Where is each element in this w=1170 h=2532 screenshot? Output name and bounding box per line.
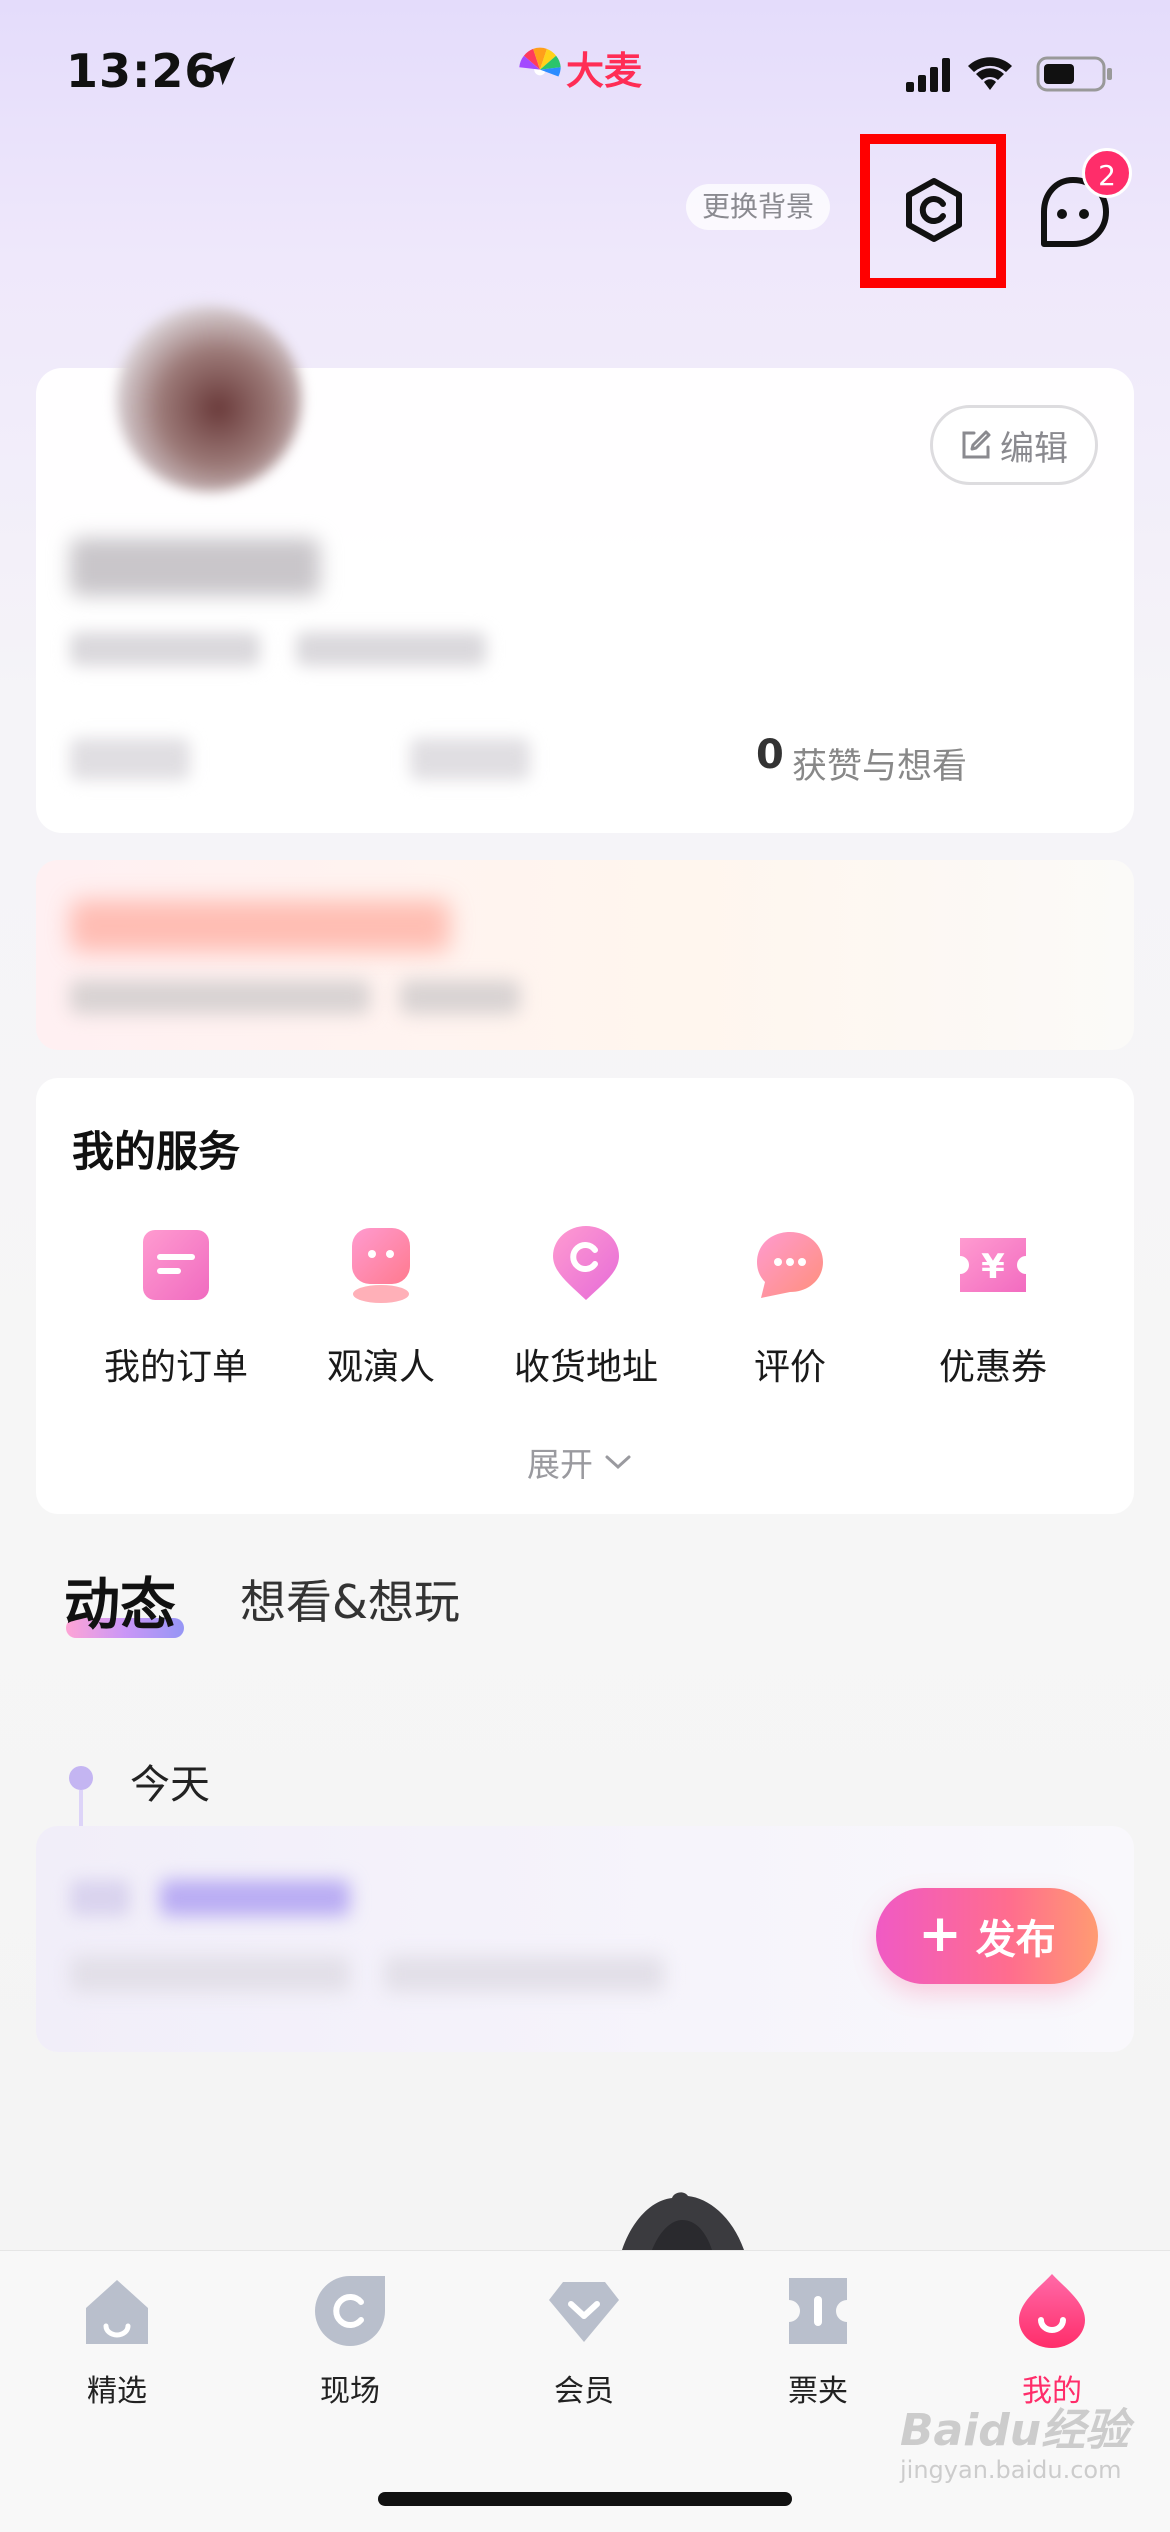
avatar[interactable]	[116, 306, 302, 492]
watermark-url: jingyan.baidu.com	[900, 2456, 1122, 2484]
edit-label: 编辑	[1000, 428, 1068, 469]
audience-icon	[352, 1228, 410, 1303]
live-icon	[315, 2276, 385, 2346]
tab-mine[interactable]: 我的	[972, 2272, 1132, 2410]
change-background-button[interactable]: 更换背景	[686, 184, 831, 230]
message-badge: 2	[1082, 148, 1132, 198]
service-label: 优惠券	[938, 1347, 1047, 1388]
timeline-today-label: 今天	[130, 1762, 210, 1808]
blurred-stat	[70, 738, 190, 780]
service-coupon[interactable]: ¥ 优惠券	[908, 1226, 1078, 1390]
svg-text:¥: ¥	[981, 1247, 1005, 1287]
watermark: Baidu经验	[900, 2405, 1130, 2456]
mascot-illustration	[622, 2192, 744, 2250]
service-my-orders[interactable]: 我的订单	[91, 1226, 261, 1390]
plus-icon: +	[918, 1904, 962, 1964]
promo-banner[interactable]	[36, 860, 1134, 1050]
ticket-icon	[789, 2278, 847, 2344]
service-label: 收货地址	[513, 1347, 658, 1388]
tab-want-to-see[interactable]: 想看&想玩	[240, 1566, 460, 1632]
blurred-feed-text	[384, 1956, 664, 1992]
wifi-icon	[968, 57, 1012, 90]
likes-label[interactable]: 获赞与想看	[792, 738, 967, 789]
blurred-feed-text	[160, 1880, 350, 1916]
blurred-promo-text	[400, 980, 520, 1014]
tab-label: 精选	[87, 2374, 147, 2409]
services-title: 我的服务	[72, 1127, 241, 1176]
profile-icon	[1019, 2274, 1085, 2348]
blurred-username	[70, 538, 320, 596]
vip-icon	[549, 2282, 619, 2342]
tab-live[interactable]: 现场	[270, 2272, 430, 2410]
status-time: 13:26	[66, 44, 218, 98]
blurred-promo-title	[70, 900, 450, 952]
review-icon	[757, 1232, 823, 1298]
blurred-stat	[410, 738, 530, 780]
blurred-promo-text	[70, 980, 370, 1014]
blurred-user-info	[70, 632, 260, 666]
expand-label: 展开	[527, 1445, 593, 1484]
tab-dynamics[interactable]: 动态	[64, 1560, 176, 1641]
blurred-feed-text	[70, 1880, 130, 1916]
service-review[interactable]: 评价	[705, 1226, 875, 1390]
chevron-down-icon	[605, 1455, 631, 1470]
service-audience[interactable]: 观演人	[296, 1226, 466, 1390]
service-label: 我的订单	[103, 1347, 248, 1388]
home-icon	[86, 2280, 148, 2344]
publish-label: 发布	[975, 1917, 1056, 1963]
signal-icon	[906, 58, 950, 92]
coupon-icon: ¥	[960, 1238, 1026, 1292]
service-label: 评价	[753, 1347, 826, 1388]
settings-hexagon-icon	[906, 178, 962, 242]
timeline-dot	[69, 1766, 93, 1790]
blurred-user-info	[296, 632, 486, 666]
address-icon	[553, 1226, 619, 1300]
edit-profile-button[interactable]: 编辑	[930, 405, 1098, 485]
service-label: 观演人	[326, 1347, 435, 1388]
tab-label: 票夹	[788, 2374, 848, 2409]
location-arrow-icon	[206, 56, 236, 86]
publish-button[interactable]: + 发布	[876, 1888, 1098, 1984]
tab-member[interactable]: 会员	[504, 2272, 664, 2410]
likes-count: 0	[756, 732, 784, 778]
tab-label: 现场	[320, 2374, 380, 2409]
expand-services-button[interactable]: 展开	[527, 1438, 633, 1486]
battery-icon	[1036, 56, 1112, 92]
settings-button[interactable]	[898, 174, 970, 246]
order-icon	[143, 1230, 209, 1300]
brand-name: 大麦	[566, 49, 643, 93]
service-address[interactable]: 收货地址	[501, 1226, 671, 1390]
home-indicator	[378, 2492, 792, 2506]
tab-tickets[interactable]: 票夹	[738, 2272, 898, 2410]
tab-label: 会员	[554, 2374, 614, 2409]
blurred-feed-text	[70, 1956, 350, 1992]
brand-logo-icon	[519, 47, 561, 77]
tab-featured[interactable]: 精选	[37, 2272, 197, 2410]
edit-icon	[962, 430, 991, 459]
